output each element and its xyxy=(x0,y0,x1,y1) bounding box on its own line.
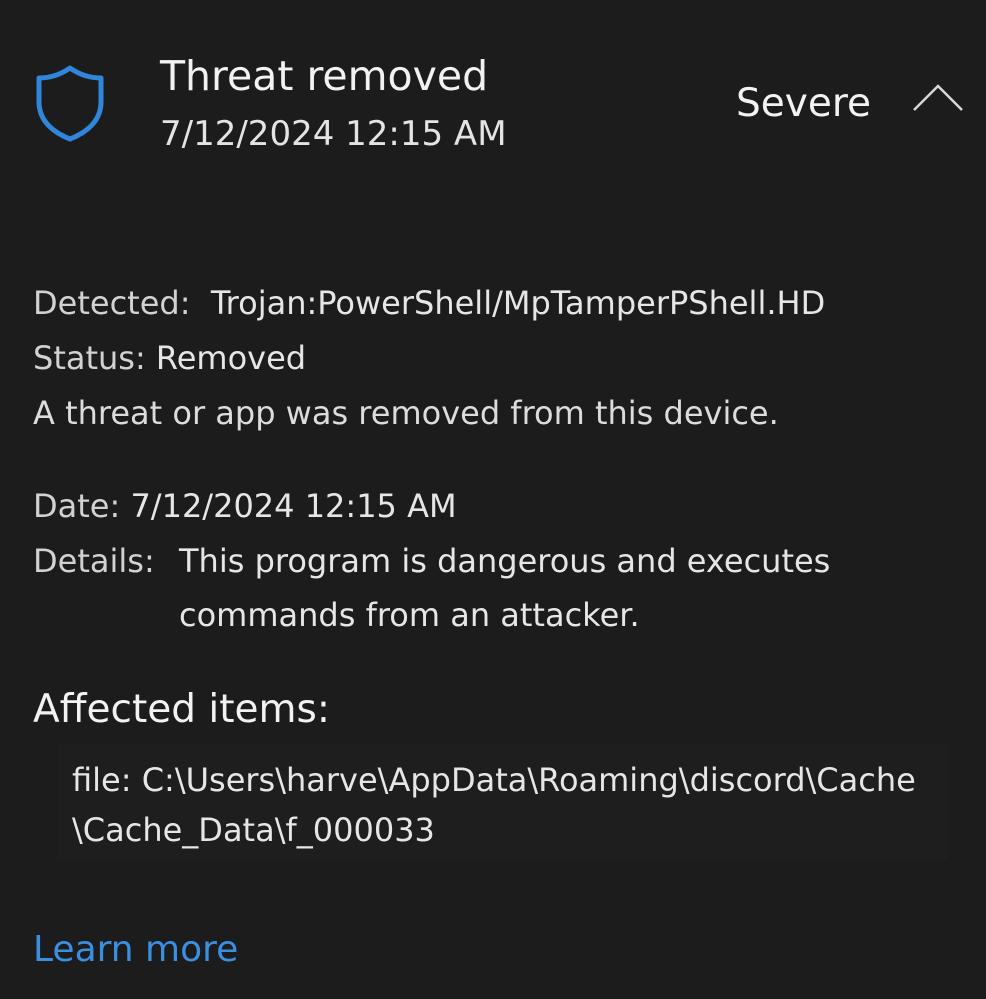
details-value: This program is dangerous and executes c… xyxy=(179,542,831,634)
date-label: Date: xyxy=(33,487,121,525)
severity-label: Severe xyxy=(736,81,871,126)
detected-value: Trojan:PowerShell/MpTamperPShell.HD xyxy=(210,284,826,322)
affected-items-list: file: C:\Users\harve\AppData\Roaming\dis… xyxy=(58,745,948,860)
status-description: A threat or app was removed from this de… xyxy=(33,394,779,432)
threat-details-card: Threat removed 7/12/2024 12:15 AM Severe… xyxy=(0,0,986,999)
shield-icon xyxy=(33,62,107,142)
affected-items-heading: Affected items: xyxy=(33,687,330,732)
chevron-up-icon[interactable] xyxy=(910,80,966,116)
detected-label: Detected: xyxy=(33,284,191,322)
details-label: Details: xyxy=(33,542,155,580)
affected-file-path: file: C:\Users\harve\AppData\Roaming\dis… xyxy=(72,761,916,849)
threat-title: Threat removed xyxy=(160,52,489,100)
threat-timestamp: 7/12/2024 12:15 AM xyxy=(160,114,507,154)
status-row: Status: Removed xyxy=(33,337,306,379)
status-value: Removed xyxy=(155,339,307,377)
learn-more-link[interactable]: Learn more xyxy=(33,926,238,974)
status-label: Status: xyxy=(33,339,146,377)
date-value: 7/12/2024 12:15 AM xyxy=(130,487,457,525)
date-row: Date: 7/12/2024 12:15 AM xyxy=(33,485,457,527)
detected-row: Detected: Trojan:PowerShell/MpTamperPShe… xyxy=(33,282,825,324)
